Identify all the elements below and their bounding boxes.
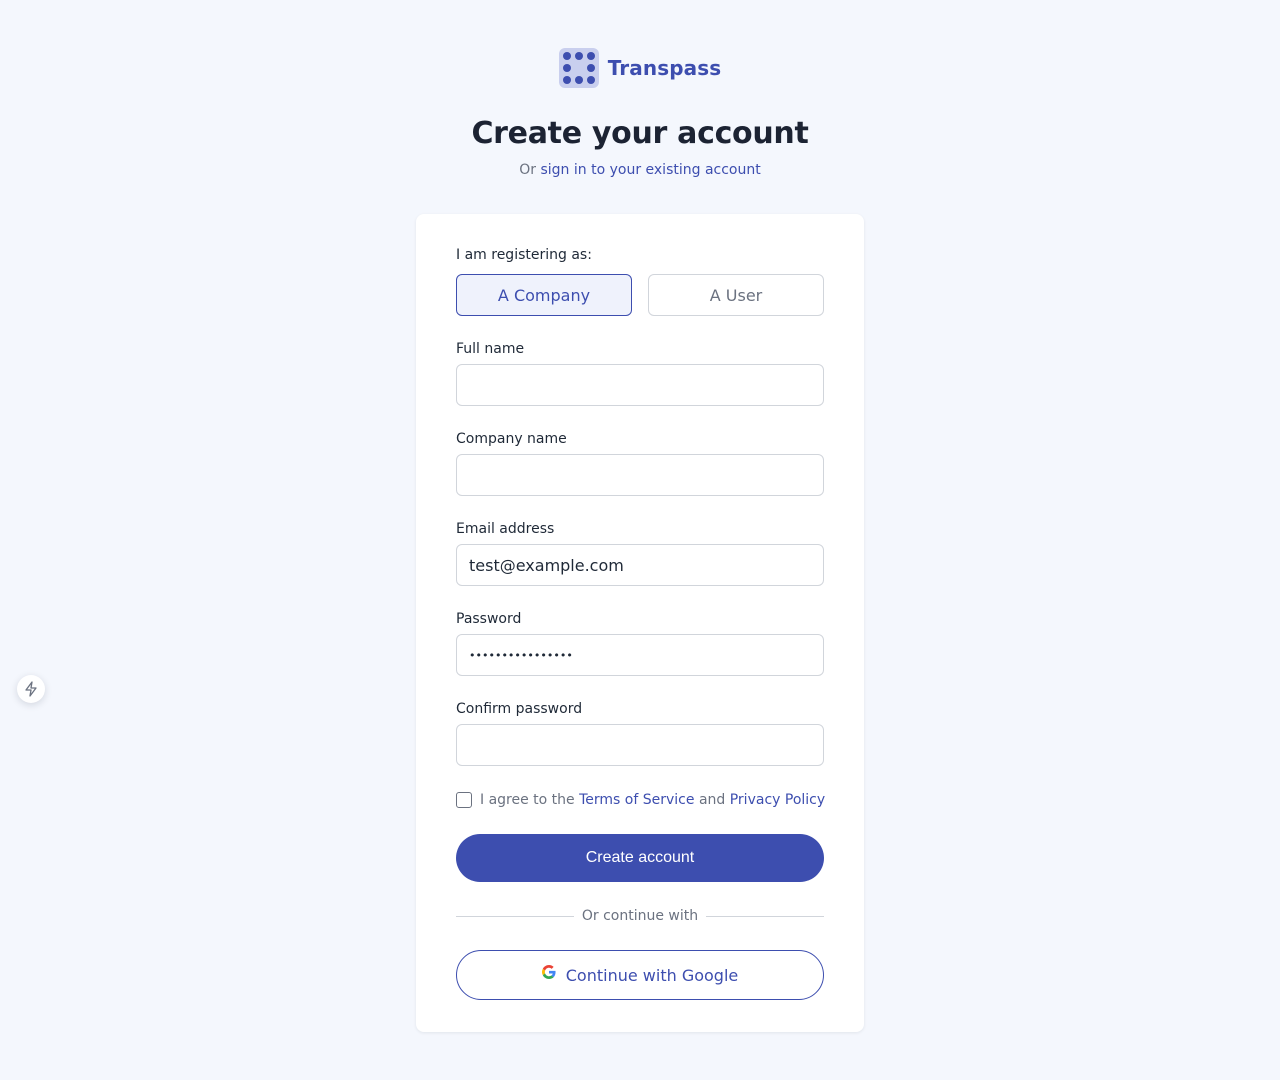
agree-row: I agree to the Terms of Service and Priv… — [456, 792, 825, 808]
page-title: Create your account — [471, 116, 809, 151]
full-name-label: Full name — [456, 341, 525, 357]
divider-line-left — [456, 915, 574, 917]
role-label: I am registering as: — [456, 247, 592, 263]
agree-and: and — [698, 792, 726, 808]
divider-line-right — [706, 915, 825, 917]
or-divider: Or continue with — [456, 906, 825, 926]
google-signin-label: Continue with Google — [565, 965, 739, 985]
confirm-password-input[interactable] — [456, 724, 824, 766]
email-input[interactable] — [456, 544, 824, 586]
lightning-icon — [25, 681, 37, 697]
divider-text: Or continue with — [581, 908, 699, 924]
password-input[interactable] — [456, 634, 824, 676]
password-label: Password — [456, 611, 522, 627]
agree-text: I agree to the Terms of Service and Priv… — [480, 792, 825, 808]
confirm-password-label: Confirm password — [456, 701, 583, 717]
full-name-input[interactable] — [456, 364, 824, 406]
company-name-input[interactable] — [456, 454, 824, 496]
signup-card: I am registering as: A Company A User Fu… — [416, 214, 864, 1032]
grid-dots-icon — [558, 48, 599, 88]
sign-in-link[interactable]: sign in to your existing account — [540, 162, 760, 178]
agree-prefix: I agree to the — [480, 792, 575, 808]
google-icon — [541, 965, 556, 979]
floating-action-button[interactable] — [17, 675, 45, 703]
brand-name: Transpass — [607, 56, 722, 80]
privacy-link[interactable]: Privacy Policy — [730, 792, 825, 808]
subtitle-prefix: Or — [519, 162, 537, 178]
role-company-button[interactable]: A Company — [456, 274, 632, 316]
company-name-label: Company name — [456, 431, 567, 447]
page-subtitle: Or sign in to your existing account — [0, 162, 1280, 178]
create-account-button[interactable]: Create account — [456, 834, 824, 882]
role-user-button[interactable]: A User — [648, 274, 824, 316]
agree-checkbox[interactable] — [456, 792, 472, 808]
brand-header: Transpass — [0, 48, 1280, 88]
google-signin-button[interactable]: Continue with Google — [456, 950, 824, 1000]
email-label: Email address — [456, 521, 555, 537]
terms-link[interactable]: Terms of Service — [579, 792, 694, 808]
